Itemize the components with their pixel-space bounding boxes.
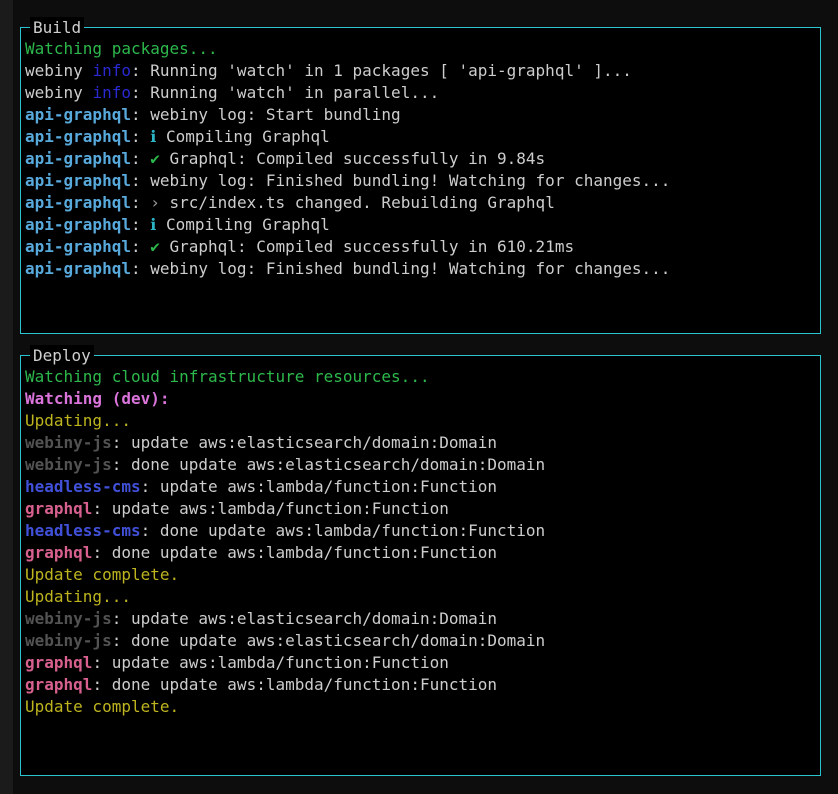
success-check-icon: ✔ [150, 149, 160, 168]
log-line: Update complete. [25, 564, 820, 586]
build-panel-title: Build [30, 17, 84, 39]
build-log: Watching packages... webiny info: Running… [21, 28, 820, 280]
deploy-panel: Deploy Watching cloud infrastructure res… [20, 355, 821, 776]
log-text: Compiling Graphql [156, 127, 329, 146]
success-check-icon: ✔ [150, 237, 160, 256]
log-text: Update complete. [25, 697, 179, 716]
log-text: : Running 'watch' in parallel... [131, 83, 439, 102]
log-line: graphql: update aws:lambda/function:Func… [25, 498, 820, 520]
log-text: : done update aws:elasticsearch/domain:D… [112, 631, 545, 650]
log-line: graphql: done update aws:lambda/function… [25, 542, 820, 564]
log-text: : done update aws:lambda/function:Functi… [141, 521, 546, 540]
package-label: api-graphql [25, 149, 131, 168]
log-text: Update complete. [25, 565, 179, 584]
log-line: api-graphql: ✔ Graphql: Compiled success… [25, 148, 820, 170]
log-line: api-graphql: ✔ Graphql: Compiled success… [25, 236, 820, 258]
log-line: webiny-js: update aws:elasticsearch/doma… [25, 432, 820, 454]
package-label: webiny-js [25, 455, 112, 474]
log-text: : update aws:elasticsearch/domain:Domain [112, 609, 497, 628]
log-line: Watching (dev): [25, 388, 820, 410]
log-text: : update aws:lambda/function:Function [141, 477, 497, 496]
log-line: Updating... [25, 410, 820, 432]
log-text: : [131, 193, 150, 212]
build-panel: Build Watching packages...webiny info: R… [20, 27, 821, 334]
package-label: api-graphql [25, 193, 131, 212]
log-text: : update aws:lambda/function:Function [92, 499, 448, 518]
package-label: webiny-js [25, 609, 112, 628]
log-text: info [92, 83, 131, 102]
log-line: api-graphql: › src/index.ts changed. Reb… [25, 192, 820, 214]
log-text: webiny [25, 61, 92, 80]
log-text: : Running 'watch' in 1 packages [ 'api-g… [131, 61, 632, 80]
package-label: graphql [25, 653, 92, 672]
package-label: api-graphql [25, 237, 131, 256]
log-text: Updating... [25, 587, 131, 606]
log-text: : done update aws:lambda/function:Functi… [92, 543, 497, 562]
log-text: info [92, 61, 131, 80]
log-line: api-graphql: webiny log: Finished bundli… [25, 170, 820, 192]
deploy-log: Watching cloud infrastructure resources.… [21, 356, 820, 718]
log-text: : done update aws:elasticsearch/domain:D… [112, 455, 545, 474]
log-text: webiny [25, 83, 92, 102]
deploy-panel-title: Deploy [30, 345, 94, 367]
log-text: : webiny log: Start bundling [131, 105, 401, 124]
package-label: graphql [25, 543, 92, 562]
log-text: Watching packages... [25, 39, 218, 58]
log-text: Watching cloud infrastructure resources.… [25, 367, 430, 386]
package-label: graphql [25, 499, 92, 518]
log-text: Graphql: Compiled successfully in 9.84s [160, 149, 545, 168]
log-line: api-graphql: webiny log: Start bundling [25, 104, 820, 126]
log-text: : update aws:lambda/function:Function [92, 653, 448, 672]
log-line: api-graphql: ℹ Compiling Graphql [25, 126, 820, 148]
package-label: webiny-js [25, 433, 112, 452]
log-text: Graphql: Compiled successfully in 610.21… [160, 237, 574, 256]
log-line: webiny info: Running 'watch' in 1 packag… [25, 60, 820, 82]
log-text: Watching (dev): [25, 389, 170, 408]
log-text: : update aws:elasticsearch/domain:Domain [112, 433, 497, 452]
log-line: headless-cms: update aws:lambda/function… [25, 476, 820, 498]
package-label: webiny-js [25, 631, 112, 650]
package-label: api-graphql [25, 215, 131, 234]
log-line: webiny info: Running 'watch' in parallel… [25, 82, 820, 104]
package-label: headless-cms [25, 477, 141, 496]
log-line: webiny-js: update aws:elasticsearch/doma… [25, 608, 820, 630]
log-line: graphql: done update aws:lambda/function… [25, 674, 820, 696]
log-text: : [131, 237, 150, 256]
package-label: api-graphql [25, 105, 131, 124]
log-text: Compiling Graphql [156, 215, 329, 234]
changed-arrow-icon: › [150, 193, 160, 212]
log-line: webiny-js: done update aws:elasticsearch… [25, 454, 820, 476]
log-line: Watching packages... [25, 38, 820, 60]
log-line: Updating... [25, 586, 820, 608]
log-line: api-graphql: ℹ Compiling Graphql [25, 214, 820, 236]
log-text: : [131, 149, 150, 168]
log-text: : done update aws:lambda/function:Functi… [92, 675, 497, 694]
log-line: headless-cms: done update aws:lambda/fun… [25, 520, 820, 542]
log-text: src/index.ts changed. Rebuilding Graphql [160, 193, 555, 212]
window-edge [0, 0, 13, 794]
log-text: : [131, 127, 150, 146]
log-line: Watching cloud infrastructure resources.… [25, 366, 820, 388]
package-label: api-graphql [25, 127, 131, 146]
log-text: Updating... [25, 411, 131, 430]
log-line: webiny-js: done update aws:elasticsearch… [25, 630, 820, 652]
log-line: Update complete. [25, 696, 820, 718]
log-text: : webiny log: Finished bundling! Watchin… [131, 171, 670, 190]
log-text: : webiny log: Finished bundling! Watchin… [131, 259, 670, 278]
package-label: api-graphql [25, 171, 131, 190]
log-text: : [131, 215, 150, 234]
package-label: headless-cms [25, 521, 141, 540]
log-line: graphql: update aws:lambda/function:Func… [25, 652, 820, 674]
log-line: api-graphql: webiny log: Finished bundli… [25, 258, 820, 280]
package-label: api-graphql [25, 259, 131, 278]
package-label: graphql [25, 675, 92, 694]
